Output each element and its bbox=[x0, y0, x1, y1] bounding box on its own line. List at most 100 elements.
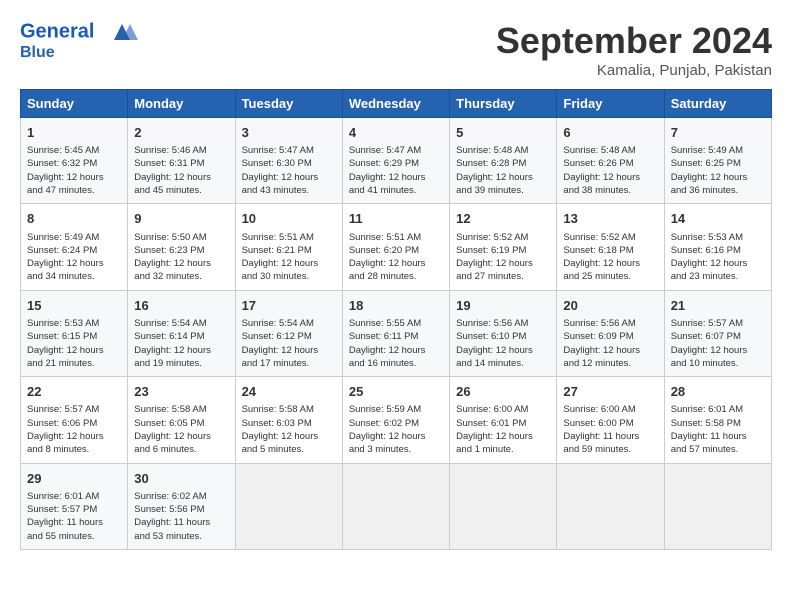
calendar-day-cell: 30Sunrise: 6:02 AMSunset: 5:56 PMDayligh… bbox=[128, 463, 235, 549]
calendar-day-header: Sunday bbox=[21, 90, 128, 118]
day-info: Sunrise: 6:00 AMSunset: 6:00 PMDaylight:… bbox=[563, 403, 657, 456]
calendar-day-cell: 21 Sunrise: 5:57 AMSunset: 6:07 PMDayligh… bbox=[664, 290, 771, 376]
calendar-day-cell: 8Sunrise: 5:49 AMSunset: 6:24 PMDaylight… bbox=[21, 204, 128, 290]
calendar-day-cell: 23 Sunrise: 5:58 AMSunset: 6:05 PMDayligh… bbox=[128, 377, 235, 463]
calendar-day-cell bbox=[342, 463, 449, 549]
day-number: 4 bbox=[349, 124, 443, 142]
page-header: General Blue September 2024 Kamalia, Pun… bbox=[20, 20, 772, 79]
day-info: Sunrise: 5:57 AMSunset: 6:06 PMDaylight:… bbox=[27, 403, 121, 456]
day-number: 22 bbox=[27, 383, 121, 401]
calendar-table: SundayMondayTuesdayWednesdayThursdayFrid… bbox=[20, 89, 772, 550]
day-number: 7 bbox=[671, 124, 765, 142]
day-info: Sunrise: 5:49 AMSunset: 6:24 PMDaylight:… bbox=[27, 231, 121, 284]
calendar-day-cell: 12 Sunrise: 5:52 AMSunset: 6:19 PMDayligh… bbox=[450, 204, 557, 290]
calendar-day-cell: 20 Sunrise: 5:56 AMSunset: 6:09 PMDayligh… bbox=[557, 290, 664, 376]
day-info: Sunrise: 5:59 AMSunset: 6:02 PMDaylight:… bbox=[349, 403, 443, 456]
calendar-day-cell: 5Sunrise: 5:48 AMSunset: 6:28 PMDaylight… bbox=[450, 118, 557, 204]
day-info: Sunrise: 5:58 AMSunset: 6:05 PMDaylight:… bbox=[134, 403, 228, 456]
calendar-day-cell: 11Sunrise: 5:51 AMSunset: 6:20 PMDayligh… bbox=[342, 204, 449, 290]
calendar-day-cell: 1 Sunrise: 5:45 AMSunset: 6:32 PMDaylight… bbox=[21, 118, 128, 204]
calendar-day-cell bbox=[557, 463, 664, 549]
day-number: 5 bbox=[456, 124, 550, 142]
day-info: Sunrise: 5:55 AMSunset: 6:11 PMDaylight:… bbox=[349, 317, 443, 370]
calendar-day-cell: 24 Sunrise: 5:58 AMSunset: 6:03 PMDayligh… bbox=[235, 377, 342, 463]
day-info: Sunrise: 5:54 AMSunset: 6:12 PMDaylight:… bbox=[242, 317, 336, 370]
day-info: Sunrise: 5:49 AMSunset: 6:25 PMDaylight:… bbox=[671, 144, 765, 197]
calendar-day-cell: 13 Sunrise: 5:52 AMSunset: 6:18 PMDayligh… bbox=[557, 204, 664, 290]
calendar-day-cell bbox=[235, 463, 342, 549]
day-info: Sunrise: 6:01 AMSunset: 5:58 PMDaylight:… bbox=[671, 403, 765, 456]
calendar-day-cell: 29 Sunrise: 6:01 AMSunset: 5:57 PMDayligh… bbox=[21, 463, 128, 549]
calendar-day-cell: 22 Sunrise: 5:57 AMSunset: 6:06 PMDayligh… bbox=[21, 377, 128, 463]
day-info: Sunrise: 5:46 AMSunset: 6:31 PMDaylight:… bbox=[134, 144, 228, 197]
day-info: Sunrise: 5:52 AMSunset: 6:18 PMDaylight:… bbox=[563, 231, 657, 284]
day-number: 29 bbox=[27, 470, 121, 488]
calendar-week-row: 22 Sunrise: 5:57 AMSunset: 6:06 PMDayligh… bbox=[21, 377, 772, 463]
day-number: 25 bbox=[349, 383, 443, 401]
calendar-day-header: Friday bbox=[557, 90, 664, 118]
calendar-day-header: Wednesday bbox=[342, 90, 449, 118]
day-number: 24 bbox=[242, 383, 336, 401]
day-info: Sunrise: 5:58 AMSunset: 6:03 PMDaylight:… bbox=[242, 403, 336, 456]
day-info: Sunrise: 5:47 AMSunset: 6:30 PMDaylight:… bbox=[242, 144, 336, 197]
day-info: Sunrise: 5:51 AMSunset: 6:21 PMDaylight:… bbox=[242, 231, 336, 284]
calendar-day-cell: 7 Sunrise: 5:49 AMSunset: 6:25 PMDaylight… bbox=[664, 118, 771, 204]
logo-text: General bbox=[20, 20, 140, 44]
day-number: 2 bbox=[134, 124, 228, 142]
day-number: 1 bbox=[27, 124, 121, 142]
calendar-week-row: 15Sunrise: 5:53 AMSunset: 6:15 PMDayligh… bbox=[21, 290, 772, 376]
day-info: Sunrise: 5:45 AMSunset: 6:32 PMDaylight:… bbox=[27, 144, 121, 197]
day-info: Sunrise: 6:00 AMSunset: 6:01 PMDaylight:… bbox=[456, 403, 550, 456]
day-info: Sunrise: 6:01 AMSunset: 5:57 PMDaylight:… bbox=[27, 490, 121, 543]
calendar-day-cell: 19Sunrise: 5:56 AMSunset: 6:10 PMDayligh… bbox=[450, 290, 557, 376]
day-info: Sunrise: 5:50 AMSunset: 6:23 PMDaylight:… bbox=[134, 231, 228, 284]
calendar-day-cell: 28 Sunrise: 6:01 AMSunset: 5:58 PMDayligh… bbox=[664, 377, 771, 463]
day-number: 20 bbox=[563, 297, 657, 315]
day-number: 3 bbox=[242, 124, 336, 142]
calendar-day-header: Saturday bbox=[664, 90, 771, 118]
calendar-day-cell: 27Sunrise: 6:00 AMSunset: 6:00 PMDayligh… bbox=[557, 377, 664, 463]
calendar-week-row: 29 Sunrise: 6:01 AMSunset: 5:57 PMDayligh… bbox=[21, 463, 772, 549]
calendar-day-cell: 14 Sunrise: 5:53 AMSunset: 6:16 PMDayligh… bbox=[664, 204, 771, 290]
title-block: September 2024 Kamalia, Punjab, Pakistan bbox=[496, 20, 772, 79]
logo: General Blue bbox=[20, 20, 140, 62]
calendar-day-cell: 17Sunrise: 5:54 AMSunset: 6:12 PMDayligh… bbox=[235, 290, 342, 376]
day-info: Sunrise: 5:47 AMSunset: 6:29 PMDaylight:… bbox=[349, 144, 443, 197]
day-number: 15 bbox=[27, 297, 121, 315]
day-info: Sunrise: 5:57 AMSunset: 6:07 PMDaylight:… bbox=[671, 317, 765, 370]
day-number: 28 bbox=[671, 383, 765, 401]
calendar-day-cell: 26 Sunrise: 6:00 AMSunset: 6:01 PMDayligh… bbox=[450, 377, 557, 463]
day-info: Sunrise: 5:54 AMSunset: 6:14 PMDaylight:… bbox=[134, 317, 228, 370]
calendar-day-cell: 3 Sunrise: 5:47 AMSunset: 6:30 PMDaylight… bbox=[235, 118, 342, 204]
day-number: 16 bbox=[134, 297, 228, 315]
month-title: September 2024 bbox=[496, 20, 772, 62]
day-number: 18 bbox=[349, 297, 443, 315]
day-number: 21 bbox=[671, 297, 765, 315]
calendar-header-row: SundayMondayTuesdayWednesdayThursdayFrid… bbox=[21, 90, 772, 118]
calendar-body: 1 Sunrise: 5:45 AMSunset: 6:32 PMDaylight… bbox=[21, 118, 772, 550]
day-info: Sunrise: 5:52 AMSunset: 6:19 PMDaylight:… bbox=[456, 231, 550, 284]
day-info: Sunrise: 5:56 AMSunset: 6:09 PMDaylight:… bbox=[563, 317, 657, 370]
day-number: 26 bbox=[456, 383, 550, 401]
day-number: 13 bbox=[563, 210, 657, 228]
day-number: 23 bbox=[134, 383, 228, 401]
calendar-day-header: Thursday bbox=[450, 90, 557, 118]
day-number: 14 bbox=[671, 210, 765, 228]
calendar-day-header: Monday bbox=[128, 90, 235, 118]
calendar-day-cell: 16 Sunrise: 5:54 AMSunset: 6:14 PMDayligh… bbox=[128, 290, 235, 376]
location-title: Kamalia, Punjab, Pakistan bbox=[496, 62, 772, 79]
calendar-day-cell: 9Sunrise: 5:50 AMSunset: 6:23 PMDaylight… bbox=[128, 204, 235, 290]
day-info: Sunrise: 5:51 AMSunset: 6:20 PMDaylight:… bbox=[349, 231, 443, 284]
calendar-day-cell: 2 Sunrise: 5:46 AMSunset: 6:31 PMDaylight… bbox=[128, 118, 235, 204]
day-number: 12 bbox=[456, 210, 550, 228]
day-info: Sunrise: 5:56 AMSunset: 6:10 PMDaylight:… bbox=[456, 317, 550, 370]
calendar-day-cell bbox=[664, 463, 771, 549]
logo-subtext: Blue bbox=[20, 44, 140, 62]
calendar-day-cell: 6Sunrise: 5:48 AMSunset: 6:26 PMDaylight… bbox=[557, 118, 664, 204]
calendar-day-cell: 18 Sunrise: 5:55 AMSunset: 6:11 PMDayligh… bbox=[342, 290, 449, 376]
day-info: Sunrise: 5:53 AMSunset: 6:16 PMDaylight:… bbox=[671, 231, 765, 284]
day-number: 30 bbox=[134, 470, 228, 488]
calendar-week-row: 1 Sunrise: 5:45 AMSunset: 6:32 PMDaylight… bbox=[21, 118, 772, 204]
calendar-day-cell: 15Sunrise: 5:53 AMSunset: 6:15 PMDayligh… bbox=[21, 290, 128, 376]
day-info: Sunrise: 5:48 AMSunset: 6:26 PMDaylight:… bbox=[563, 144, 657, 197]
